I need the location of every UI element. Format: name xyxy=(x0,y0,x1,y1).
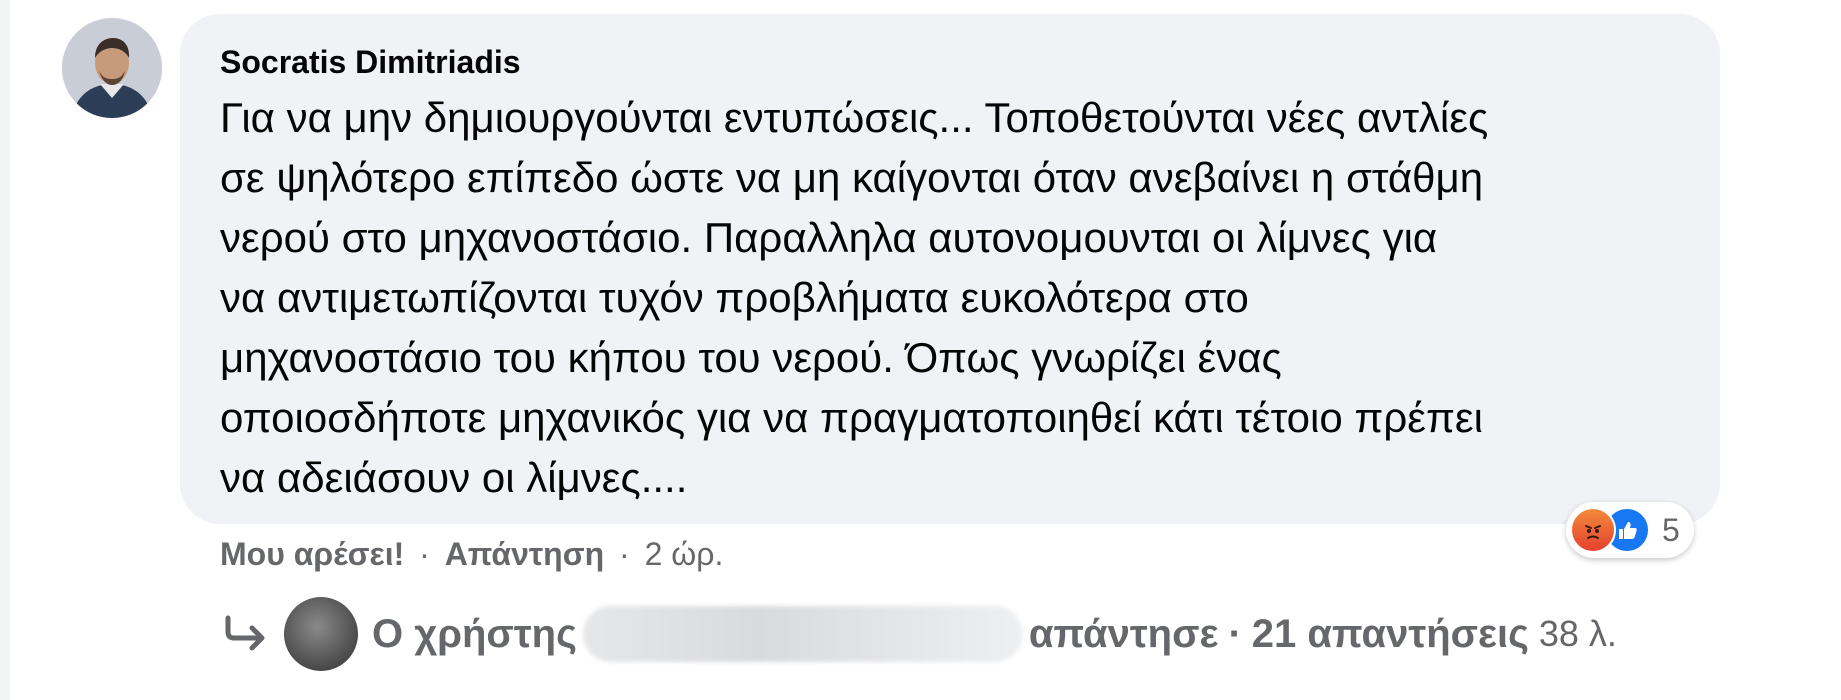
reaction-count: 5 xyxy=(1662,511,1680,548)
comment-body-text: Για να μην δημιουργούνται εντυπώσεις... … xyxy=(220,94,1489,501)
reply-button[interactable]: Απάντηση xyxy=(445,536,604,572)
separator: · xyxy=(1228,611,1242,656)
angry-icon xyxy=(1570,507,1616,553)
like-button[interactable]: Μου αρέσει! xyxy=(220,536,404,572)
replied-verb[interactable]: απάντησε xyxy=(1029,612,1219,657)
replier-avatar xyxy=(284,597,358,671)
reply-arrow-icon xyxy=(220,614,270,654)
separator: · xyxy=(419,536,430,572)
replies-timestamp: 38 λ. xyxy=(1538,613,1617,654)
comment-actions: Μου αρέσει! · Απάντηση · 2 ώρ. xyxy=(220,532,723,576)
replier-prefix: Ο χρήστης xyxy=(372,611,577,656)
view-replies-link[interactable]: 21 απαντήσεις xyxy=(1252,612,1529,657)
comment-timestamp[interactable]: 2 ώρ. xyxy=(645,536,724,572)
left-panel-edge xyxy=(0,0,10,700)
reactions-summary[interactable]: 5 xyxy=(1566,502,1694,558)
redacted-name xyxy=(582,606,1023,662)
comment-author-name[interactable]: Socratis Dimitriadis xyxy=(220,42,521,82)
profile-photo-icon xyxy=(62,18,162,118)
separator: · xyxy=(619,536,630,572)
author-avatar[interactable] xyxy=(62,18,162,118)
view-replies-row[interactable]: Ο χρήστης απάντησε · 21 απαντήσεις 38 λ. xyxy=(220,594,1617,674)
